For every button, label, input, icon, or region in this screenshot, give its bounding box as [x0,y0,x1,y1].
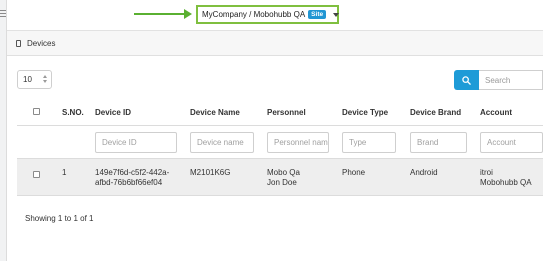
cell-personnel: Mobo Qa Jon Doe [267,168,300,188]
cell-personnel-line2: Jon Doe [267,178,297,187]
annotation-arrow-line [134,13,186,15]
cell-device-brand: Android [410,168,438,177]
column-header-device-id[interactable]: Device ID [95,108,131,117]
annotation-arrow-head-icon [184,9,192,19]
search-input[interactable] [479,70,543,90]
left-sidebar-rail [0,0,7,261]
column-header-personnel[interactable]: Personnel [267,108,306,117]
column-header-device-name[interactable]: Device Name [190,108,240,117]
page-length-select[interactable]: 10 [17,70,52,89]
menu-icon[interactable] [0,10,6,19]
table-row[interactable]: 1 149e7f6d-c5f2-442a- afbd-76b6bf66ef04 … [17,159,543,196]
cell-account-line2: Mobohubb QA [480,178,532,187]
column-header-device-type[interactable]: Device Type [342,108,388,117]
cell-personnel-line1: Mobo Qa [267,168,300,177]
cell-device-id-line1: 149e7f6d-c5f2-442a- [95,168,170,177]
devices-panel-header: Devices [7,31,543,56]
cell-device-id-line2: afbd-76b6bf66ef04 [95,178,163,187]
row-checkbox[interactable] [33,171,40,178]
device-brand-filter-input[interactable] [410,132,467,153]
company-name: MyCompany / Mobohubb QA [202,10,306,19]
page-length-value: 10 [23,75,32,84]
chevron-down-icon[interactable] [333,12,340,17]
table-info-text: Showing 1 to 1 of 1 [25,214,94,223]
site-badge: Site [308,10,327,19]
device-type-filter-input[interactable] [342,132,396,153]
cell-account-line1: itroi [480,168,493,177]
device-name-filter-input[interactable] [190,132,254,153]
column-header-sno[interactable]: S.NO. [62,108,84,117]
cell-sno: 1 [62,168,67,177]
search-icon [462,75,471,85]
spinner-arrows-icon[interactable] [43,75,47,83]
mobile-device-icon [16,39,21,47]
search-button[interactable] [454,70,479,90]
cell-device-id: 149e7f6d-c5f2-442a- afbd-76b6bf66ef04 [95,168,169,188]
cell-device-type: Phone [342,168,366,177]
device-id-filter-input[interactable] [95,132,177,153]
column-header-account[interactable]: Account [480,108,512,117]
account-filter-input[interactable] [480,132,543,153]
cell-device-name: M2101K6G [190,168,231,177]
select-all-checkbox[interactable] [33,108,40,115]
personnel-filter-input[interactable] [267,132,329,153]
table-header-divider [17,125,543,126]
company-site-selector[interactable]: MyCompany / Mobohubb QA Site [196,5,340,24]
cell-account: itroi Mobohubb QA [480,168,532,188]
column-header-device-brand[interactable]: Device Brand [410,108,461,117]
panel-title: Devices [27,38,56,48]
